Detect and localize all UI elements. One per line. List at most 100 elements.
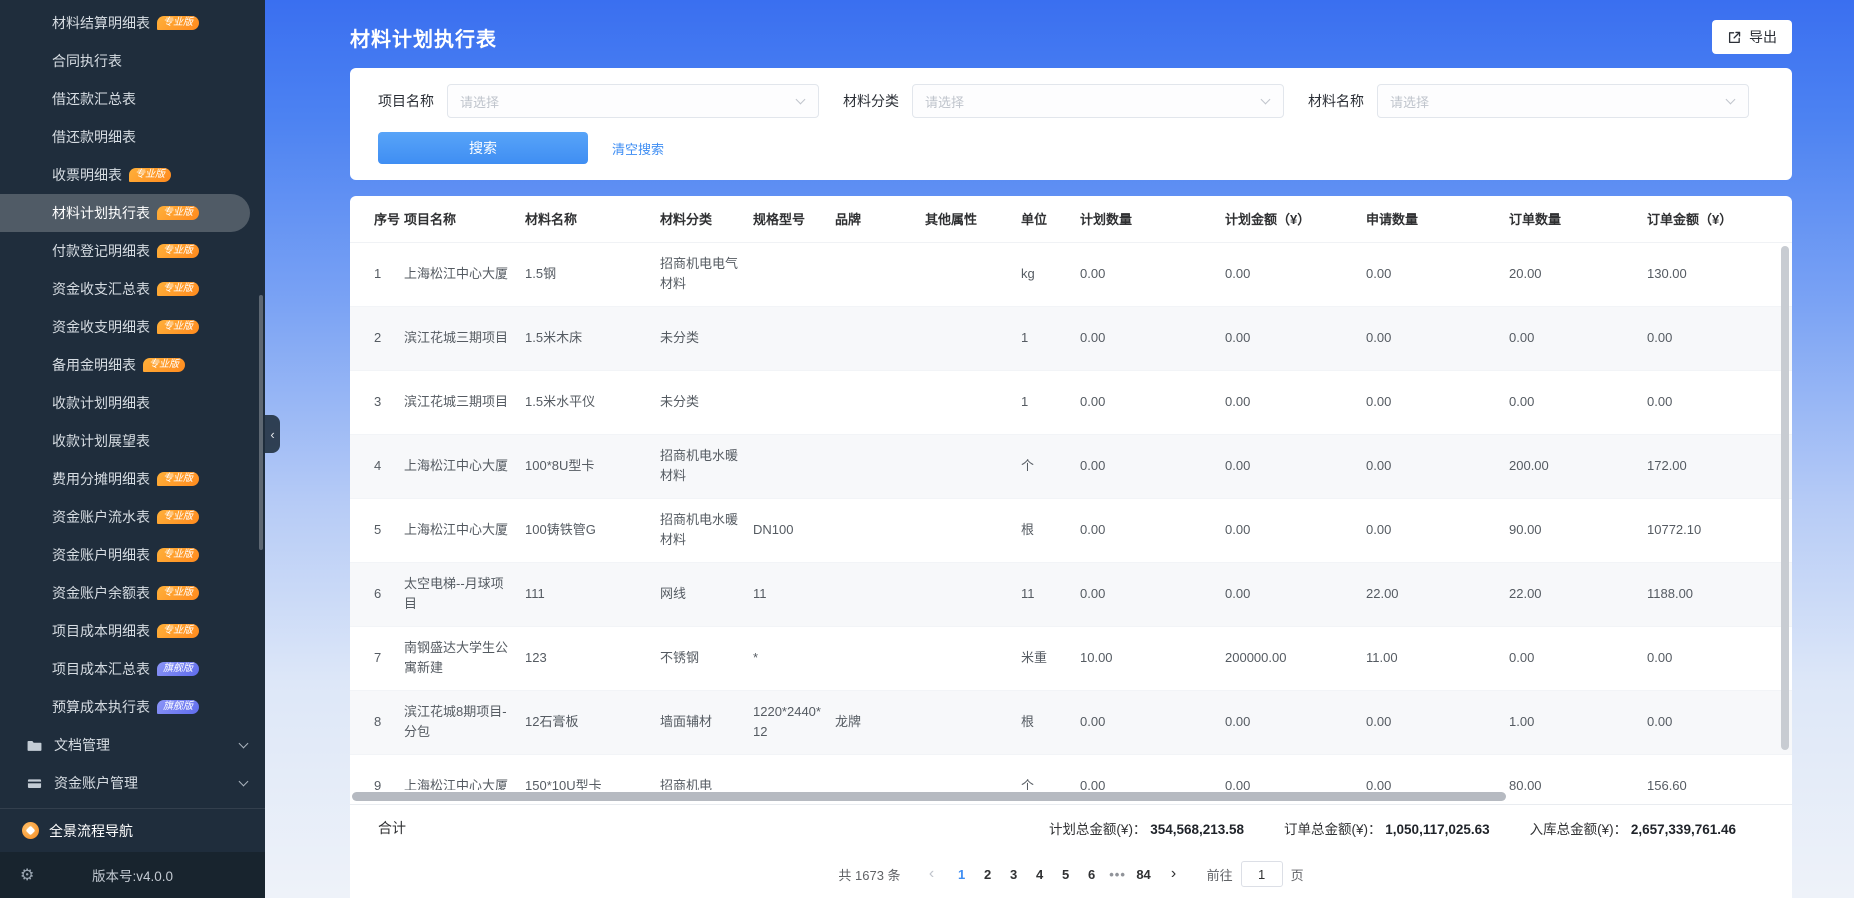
page-button[interactable]: 5	[1053, 861, 1079, 887]
plan-badge: 专业版	[157, 244, 199, 258]
table-cell: 个	[1021, 457, 1035, 473]
sidebar-group[interactable]: 资金账户管理	[0, 764, 265, 802]
page-button[interactable]: 84	[1131, 861, 1157, 887]
sidebar-item[interactable]: 收款计划展望表	[0, 422, 265, 460]
filter-label: 材料分类	[843, 93, 899, 109]
version-label: 版本号:v4.0.0	[91, 869, 174, 884]
sidebar-item[interactable]: 材料结算明细表 专业版	[0, 4, 265, 42]
table-cell: 0.00	[1080, 265, 1106, 281]
table-cell: 1.00	[1509, 713, 1535, 729]
table-cell: 100*8U型卡	[525, 457, 595, 473]
table-cell: 滨江花城8期项目-分包	[404, 703, 507, 739]
sidebar-item-label: 费用分摊明细表	[52, 471, 150, 487]
table-cell: 0.00	[1647, 329, 1673, 345]
sidebar-item-label: 付款登记明细表	[52, 243, 150, 259]
sidebar-item[interactable]: 费用分摊明细表 专业版	[0, 460, 265, 498]
vertical-scrollbar[interactable]	[1781, 246, 1789, 782]
summary-item: 订单总金额(¥)： 1,050,117,025.63	[1284, 818, 1490, 838]
sidebar-item[interactable]: 收票明细表 专业版	[0, 156, 265, 194]
sidebar-group[interactable]: 文档管理	[0, 726, 265, 764]
page-button[interactable]: 2	[975, 861, 1001, 887]
table-cell: 个	[1021, 777, 1035, 790]
sidebar-item[interactable]: 借还款明细表	[0, 118, 265, 156]
sidebar-scrollbar[interactable]	[259, 295, 263, 550]
sidebar-item[interactable]: 资金账户流水表 专业版	[0, 498, 265, 536]
table-cell: 上海松江中心大厦	[404, 265, 509, 281]
summary-item-value: 1,050,117,025.63	[1385, 821, 1490, 837]
pagination-pages: 1 2 3 4 5 6 ••• 84	[949, 861, 1157, 887]
sidebar-item[interactable]: 材料计划执行表 专业版	[0, 194, 250, 232]
filter-actions: 搜索 清空搜索	[378, 132, 1764, 164]
sidebar-item[interactable]: 资金账户明细表 专业版	[0, 536, 265, 574]
table-cell: 200000.00	[1225, 649, 1287, 665]
sidebar-item[interactable]: 资金账户余额表 专业版	[0, 574, 265, 612]
summary-item-value: 2,657,339,761.46	[1630, 821, 1736, 837]
summary-total-label: 合计	[378, 819, 406, 836]
sidebar-item-label: 借还款明细表	[52, 129, 136, 145]
table-cell: 上海松江中心大厦	[404, 521, 509, 537]
vertical-scrollbar-thumb[interactable]	[1781, 246, 1789, 750]
sidebar-item[interactable]: 合同执行表	[0, 42, 265, 80]
table-cell: 90.00	[1509, 521, 1542, 537]
table-cell	[753, 370, 835, 434]
sidebar-collapse-handle[interactable]: ‹	[265, 415, 280, 453]
clear-search-link[interactable]: 清空搜索	[612, 139, 664, 158]
sidebar-item[interactable]: 收款计划明细表	[0, 384, 265, 422]
sidebar-menu: 材料结算明细表 专业版 合同执行表 借还款汇总表 借还款明细表 收票明细表 专业版 材料计划执…	[0, 0, 265, 726]
table-cell: 招商机电水暖材料	[660, 447, 739, 483]
table-cell: 招商机电	[660, 777, 713, 790]
pagination-next-button[interactable]: ›	[1162, 861, 1186, 887]
page-jump-input[interactable]	[1240, 861, 1283, 887]
table-cell: 0.00	[1225, 777, 1251, 790]
table-cell: 0.00	[1366, 393, 1392, 409]
sidebar-item-label: 材料结算明细表	[52, 15, 150, 31]
filter-select-dropdown[interactable]: 请选择	[1377, 84, 1749, 118]
page-button[interactable]: 6	[1079, 861, 1105, 887]
table-cell: 0.00	[1225, 713, 1251, 729]
page-button[interactable]: 3	[1001, 861, 1027, 887]
sidebar-item-label: 资金收支汇总表	[52, 281, 150, 297]
page-button[interactable]: 1	[949, 861, 975, 887]
sidebar-item[interactable]: 预算成本执行表 旗舰版	[0, 688, 265, 726]
data-table: 序号 项目名称 材料名称 材料分类 规格型号 品牌 其他属性 单位 计划数量 计划金额（¥） 申请数…	[350, 196, 1792, 790]
filter-select-dropdown[interactable]: 请选择	[912, 84, 1284, 118]
sidebar: 材料结算明细表 专业版 合同执行表 借还款汇总表 借还款明细表 收票明细表 专业版 材料计划执…	[0, 0, 265, 898]
table-row: 4 上海松江中心大厦 100*8U型卡 招商机电水暖材料 个 0.00 0.00 0.00 20…	[350, 434, 1792, 498]
export-label: 导出	[1749, 29, 1777, 45]
table-cell: 111	[525, 585, 545, 601]
column-header: 订单金额（¥）	[1647, 196, 1792, 243]
table-cell	[835, 306, 925, 370]
filter-label: 材料名称	[1308, 93, 1364, 109]
sidebar-item[interactable]: 资金收支明细表 专业版	[0, 308, 265, 346]
table-cell: 上海松江中心大厦	[404, 777, 509, 790]
table-cell	[753, 754, 835, 790]
column-header: 规格型号	[753, 196, 835, 243]
table-cell: kg	[1021, 265, 1035, 281]
sidebar-item-label: 资金账户余额表	[52, 585, 150, 601]
filter-select-dropdown[interactable]: 请选择	[447, 84, 819, 118]
sidebar-group-label: 资金账户管理	[54, 775, 138, 791]
gear-icon[interactable]: ⚙	[20, 865, 34, 885]
search-button[interactable]: 搜索	[378, 132, 588, 164]
table-cell	[925, 434, 1021, 498]
table-row: 7 南钢盛达大学生公寓新建 123 不锈钢 * 米重 10.00 200000.00 11.00…	[350, 626, 1792, 690]
horizontal-scrollbar-thumb[interactable]	[352, 792, 1506, 801]
sidebar-item[interactable]: 付款登记明细表 专业版	[0, 232, 265, 270]
sidebar-item-panorama-flow-nav[interactable]: 全景流程导航	[0, 808, 265, 852]
plan-badge: 专业版	[129, 168, 171, 182]
export-button[interactable]: 导出	[1712, 20, 1792, 54]
sidebar-item[interactable]: 备用金明细表 专业版	[0, 346, 265, 384]
horizontal-scrollbar[interactable]	[350, 790, 1792, 804]
sidebar-item[interactable]: 项目成本明细表 专业版	[0, 612, 265, 650]
sidebar-item[interactable]: 资金收支汇总表 专业版	[0, 270, 265, 308]
page-button[interactable]: 4	[1027, 861, 1053, 887]
table-cell	[835, 498, 925, 562]
chevron-down-icon	[238, 776, 249, 787]
pagination-prev-button[interactable]: ‹	[920, 861, 944, 887]
sidebar-item[interactable]: 项目成本汇总表 旗舰版	[0, 650, 265, 688]
table-cell: 0.00	[1366, 777, 1392, 790]
table-cell: 网线	[660, 585, 687, 601]
sidebar-item[interactable]: 借还款汇总表	[0, 80, 265, 118]
plan-badge: 专业版	[157, 16, 199, 30]
table-cell: 1220*2440*12	[753, 703, 821, 739]
